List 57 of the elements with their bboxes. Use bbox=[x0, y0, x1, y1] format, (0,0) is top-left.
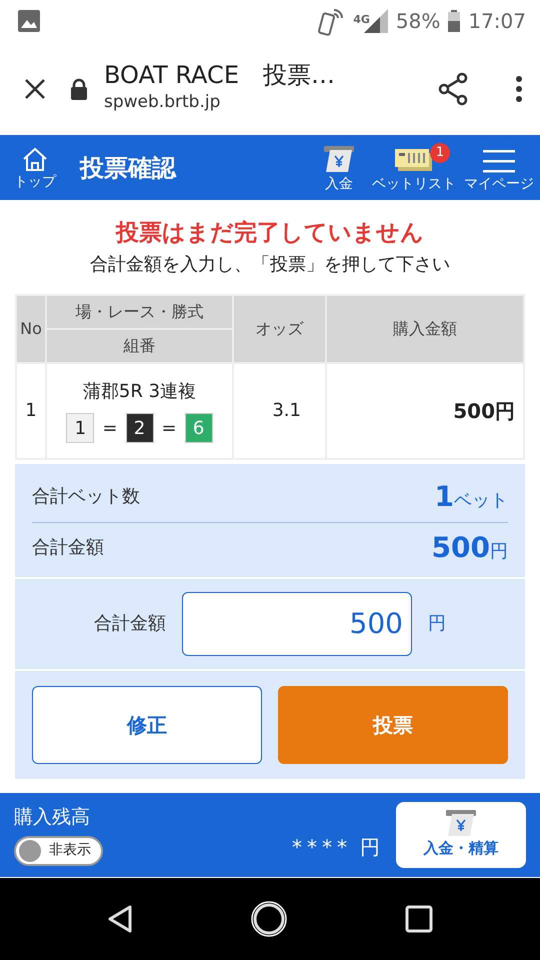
table-cell: 1 bbox=[16, 362, 46, 458]
boat-number: 6 bbox=[184, 413, 213, 443]
table-cell: 3.1 bbox=[233, 362, 326, 458]
vote-button[interactable]: 投票 bbox=[278, 686, 508, 764]
balance-value: **** bbox=[292, 834, 352, 860]
yen-slip-icon bbox=[444, 809, 478, 838]
column-header: 組番 bbox=[46, 328, 233, 362]
count-badge: 1 bbox=[430, 142, 450, 162]
unit-label: 円 bbox=[360, 834, 380, 860]
amount-input[interactable]: 500 bbox=[182, 592, 412, 656]
unit-label: 円 bbox=[490, 540, 508, 562]
menu-icon bbox=[483, 148, 515, 172]
summary-value: 1 bbox=[434, 480, 454, 512]
network-type: 4G bbox=[353, 12, 370, 28]
battery-icon bbox=[448, 10, 460, 32]
home-icon[interactable] bbox=[22, 146, 48, 170]
column-header: 購入金額 bbox=[326, 294, 524, 362]
summary-value: 500 bbox=[432, 530, 490, 564]
balance-label: 購入残高 bbox=[14, 805, 91, 830]
boat-number: 1 bbox=[66, 413, 94, 443]
summary-label: 合計ベット数 bbox=[32, 485, 140, 509]
home-label[interactable]: トップ bbox=[14, 174, 56, 188]
battery-percent: 58% bbox=[396, 8, 440, 35]
column-header: オッズ bbox=[233, 294, 326, 362]
unit-label: 円 bbox=[428, 612, 446, 636]
deposit-button[interactable]: 入金・精算 bbox=[396, 802, 526, 868]
clock-time: 17:07 bbox=[468, 8, 526, 35]
summary-label: 合計金額 bbox=[32, 536, 104, 560]
share-icon[interactable] bbox=[438, 72, 468, 106]
header-title: 投票確認 bbox=[80, 152, 176, 184]
visibility-toggle[interactable]: 非表示 bbox=[14, 836, 103, 866]
equals-sign: = bbox=[162, 416, 177, 440]
page-url: spweb.brtb.jp bbox=[104, 91, 222, 114]
close-icon[interactable] bbox=[24, 78, 46, 100]
table-cell: 500円 bbox=[326, 362, 524, 458]
recents-icon[interactable] bbox=[405, 905, 434, 933]
header-action-link[interactable]: ベットリスト bbox=[372, 176, 456, 190]
instruction-text: 合計金額を入力し、「投票」を押して下さい bbox=[89, 252, 451, 276]
more-icon[interactable] bbox=[516, 76, 522, 102]
column-header: 場・レース・勝式 bbox=[46, 294, 233, 328]
image-icon bbox=[18, 10, 40, 32]
page-title: BOAT RACE 投票… bbox=[104, 61, 335, 90]
unit-label: ベット bbox=[454, 490, 508, 510]
header-action-link[interactable]: 入金 bbox=[325, 176, 353, 190]
lock-icon bbox=[70, 78, 88, 100]
phone-signal-icon bbox=[317, 6, 346, 36]
column-header: No bbox=[16, 294, 46, 362]
yen-slip-icon bbox=[322, 144, 356, 172]
equals-sign: = bbox=[102, 416, 118, 440]
back-icon[interactable] bbox=[106, 904, 133, 934]
home-button-icon[interactable] bbox=[250, 900, 288, 938]
race-name: 蒲郡5R 3連複 bbox=[82, 380, 198, 404]
boat-number: 2 bbox=[126, 413, 154, 443]
edit-button[interactable]: 修正 bbox=[32, 686, 262, 764]
header-action-link[interactable]: マイページ bbox=[464, 176, 534, 190]
amount-label: 合計金額 bbox=[94, 612, 166, 636]
warning-message: 投票はまだ完了していません bbox=[114, 219, 425, 248]
